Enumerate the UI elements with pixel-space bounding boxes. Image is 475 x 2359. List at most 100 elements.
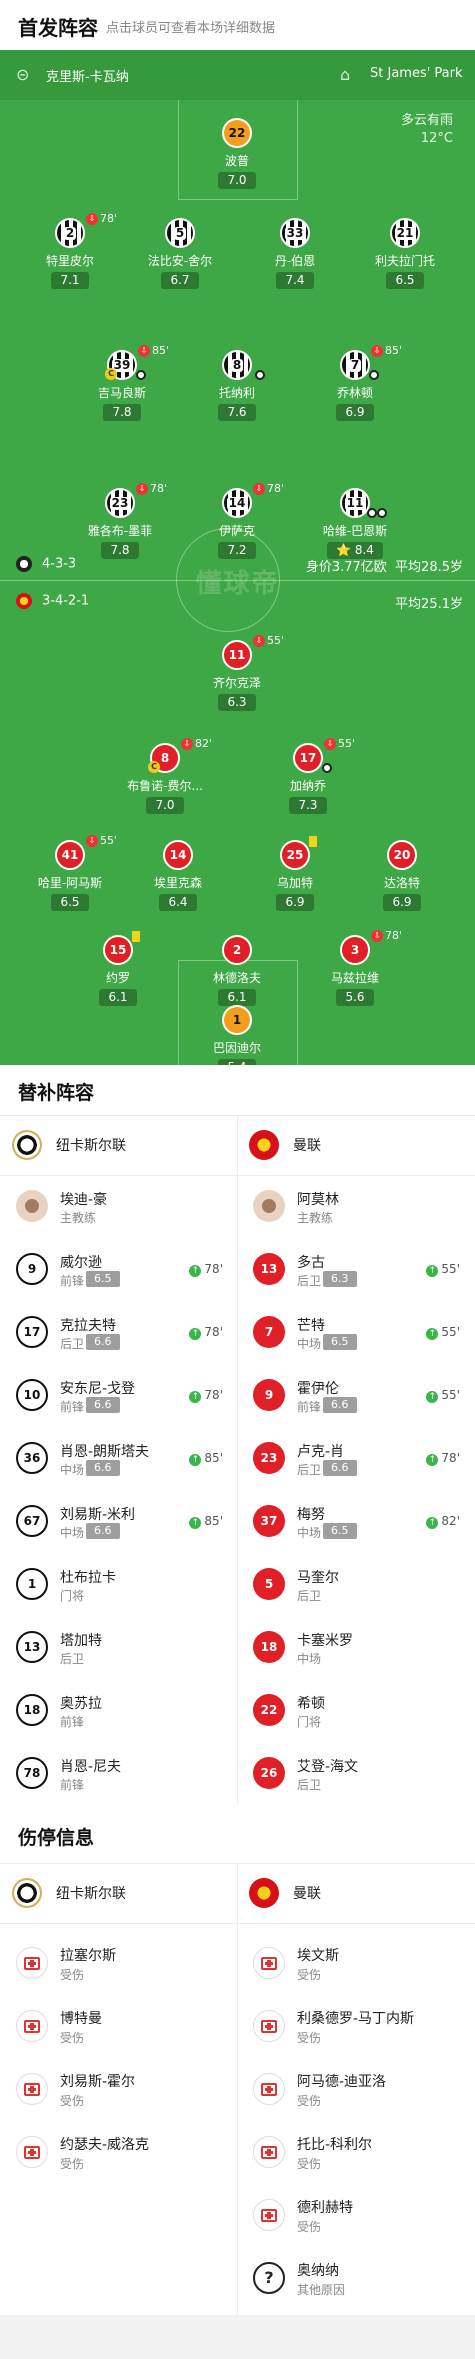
player-name: 特里皮尔 [45,254,94,268]
player-name: 杜布拉卡 [60,1570,116,1586]
home-player[interactable]: 23 ⇩ 78' 雅各布-墨菲 7.8 [70,482,170,559]
player-rating: 7.6 [218,404,256,421]
medical-kit-icon [253,1947,285,1979]
injury-reason: 受伤 [297,1968,322,1982]
medical-kit-icon [16,1947,48,1979]
home-formation: 4-3-3 [16,556,76,572]
player-rating: 6.5 [51,894,89,911]
sub-player-row[interactable]: 5 马奎尔 后卫 [237,1555,474,1615]
injuries-home-team: 纽卡斯尔联 [12,1873,126,1913]
player-name: 雅各布-墨菲 [87,524,153,538]
home-player[interactable]: 39 C ⇩ 85' 吉马良斯 7.8 [72,344,172,421]
away-player[interactable]: 1巴因迪尔5.4 [187,1005,287,1065]
sub-player-row[interactable]: 17 克拉夫特 后卫 6.6 ↑ 78' [0,1303,237,1363]
player-name: 希顿 [297,1696,325,1712]
player-position: 主教练 [297,1211,334,1225]
home-player[interactable]: 14 ⇩ 78' 伊萨克 7.2 [187,482,287,559]
home-player[interactable]: 7 ⇩ 85' 乔林顿 6.9 [305,344,405,421]
coach-row[interactable]: 埃迪-豪 主教练 [0,1177,237,1237]
away-player[interactable]: 25 乌加特 6.9 [245,836,345,911]
coach-row[interactable]: 阿莫林 主教练 [237,1177,474,1237]
sub-off-badge: ⇩ 78' [253,482,284,495]
player-name: 利夫拉门托 [374,254,435,268]
home-player[interactable]: 22 波普 7.0 [187,118,287,189]
jersey-icon: 67 [16,1505,48,1537]
away-player[interactable]: 8 C ⇩ 82' 布鲁诺-费尔... 7.0 [115,737,215,814]
sub-player-row[interactable]: 37 梅努 中场 6.5 ↑ 82' [237,1492,474,1552]
injury-row[interactable]: 拉塞尔斯 受伤 [0,1933,237,1993]
sub-player-row[interactable]: 9 霍伊伦 前锋 6.6 ↑ 55' [237,1366,474,1426]
page-title: 首发阵容 [18,16,98,40]
home-player[interactable]: 33 丹-伯恩 7.4 [245,218,345,289]
injury-reason: 受伤 [297,2094,322,2108]
player-rating: 6.3 [323,1271,357,1287]
injury-row[interactable]: 约瑟夫-威洛克 受伤 [0,2122,237,2182]
jersey-icon: 14 [163,840,193,870]
home-player[interactable]: 8 托纳利 7.6 [187,350,287,421]
injury-row[interactable]: ? 奥纳纳 其他原因 [237,2248,474,2308]
injury-row[interactable]: 阿马德-迪亚洛 受伤 [237,2059,474,2119]
player-rating: 6.9 [276,894,314,911]
player-position: 前锋 [60,1715,85,1729]
sub-player-row[interactable]: 7 芒特 中场 6.5 ↑ 55' [237,1303,474,1363]
injury-row[interactable]: 利桑德罗-马丁内斯 受伤 [237,1996,474,2056]
sub-off-icon: ⇩ [86,835,98,847]
sub-in-icon: ↑ [189,1328,202,1340]
jersey-icon: 36 [16,1442,48,1474]
sub-player-row[interactable]: 67 刘易斯-米利 中场 6.6 ↑ 85' [0,1492,237,1552]
sub-player-row[interactable]: 1 杜布拉卡 门将 [0,1555,237,1615]
player-rating: 6.5 [323,1523,357,1539]
injury-row[interactable]: 托比-科利尔 受伤 [237,2122,474,2182]
sub-player-row[interactable]: 13 塔加特 后卫 [0,1618,237,1678]
away-player[interactable]: 41 ⇩ 55' 哈里-阿马斯 6.5 [20,834,120,911]
sub-in-icon: ↑ [426,1454,439,1466]
player-name: 阿莫林 [297,1192,339,1208]
home-player[interactable]: 5 法比安-舍尔 6.7 [130,218,230,289]
injury-row[interactable]: 博特曼 受伤 [0,1996,237,2056]
away-player[interactable]: 2 林德洛夫 6.1 [187,935,287,1006]
sub-player-row[interactable]: 10 安东尼-戈登 前锋 6.6 ↑ 78' [0,1366,237,1426]
sub-player-row[interactable]: 13 多古 后卫 6.3 ↑ 55' [237,1240,474,1300]
sub-off-icon: ⇩ [371,345,383,357]
sub-player-row[interactable]: 36 肖恩-朗斯塔夫 中场 6.6 ↑ 85' [0,1429,237,1489]
home-player[interactable]: 21 利夫拉门托 6.5 [355,218,455,289]
away-player[interactable]: 14 埃里克森 6.4 [128,840,228,911]
sub-in-icon: ↑ [426,1328,439,1340]
away-player[interactable]: 3 ⇩ 78' 马兹拉维 5.6 [305,929,405,1006]
away-player[interactable]: 20 达洛特 6.9 [352,840,452,911]
sub-player-row[interactable]: 9 威尔逊 前锋 6.5 ↑ 78' [0,1240,237,1300]
injury-row[interactable]: 埃文斯 受伤 [237,1933,474,1993]
player-position: 后卫 [297,1463,322,1477]
away-player[interactable]: 15 约罗 6.1 [68,931,168,1006]
weather: 多云有雨 12°C [401,112,453,148]
home-player[interactable]: 11 哈维-巴恩斯 ⭐ 8.4 [305,488,405,559]
away-avg-age: 平均25.1岁 [395,597,463,612]
player-name: 阿马德-迪亚洛 [297,2074,387,2090]
sub-player-row[interactable]: 18 卡塞米罗 中场 [237,1618,474,1678]
injury-reason: 其他原因 [297,2283,346,2297]
player-position: 中场 [60,1463,85,1477]
sub-player-row[interactable]: 23 卢克-肖 后卫 6.6 ↑ 78' [237,1429,474,1489]
away-player[interactable]: 17 ⇩ 55' 加纳乔 7.3 [258,737,358,814]
player-name: 约瑟夫-威洛克 [60,2137,150,2153]
jersey-number: 14 [169,848,187,862]
injury-row[interactable]: 刘易斯-霍尔 受伤 [0,2059,237,2119]
sub-player-row[interactable]: 26 艾登-海文 后卫 [237,1744,474,1804]
injury-row[interactable]: 德利赫特 受伤 [237,2185,474,2245]
jersey-number: 8 [160,751,170,765]
player-position: 后卫 [60,1337,85,1351]
player-name: 博特曼 [60,2011,102,2027]
player-name: 达洛特 [383,876,420,890]
sub-player-row[interactable]: 22 希顿 门将 [237,1681,474,1741]
sub-player-row[interactable]: 78 肖恩-尼夫 前锋 [0,1744,237,1804]
home-player[interactable]: 2 ⇩ 78' 特里皮尔 7.1 [20,212,120,289]
away-player[interactable]: 11 ⇩ 55' 齐尔克泽 6.3 [187,634,287,711]
sub-player-row[interactable]: 18 奥苏拉 前锋 [0,1681,237,1741]
jersey-icon: 8 [222,350,252,380]
sub-in-time: ↑ 78' [189,1262,223,1277]
referee-name: 克里斯-卡瓦纳 [46,70,129,85]
jersey-icon: 2 [55,218,85,248]
player-name: 卢克-肖 [297,1444,345,1460]
sub-off-icon: ⇩ [86,213,98,225]
player-rating: 7.2 [218,542,256,559]
